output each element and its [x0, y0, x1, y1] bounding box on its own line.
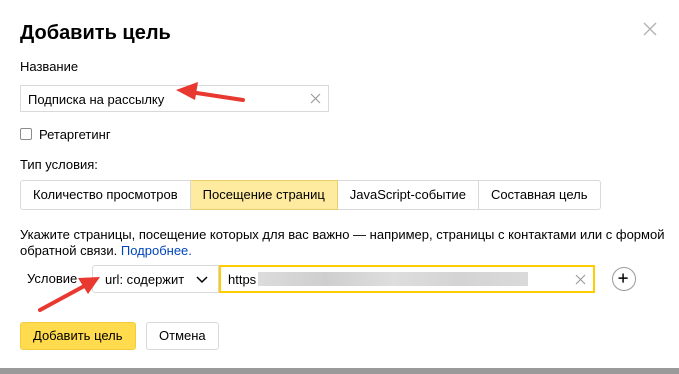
cancel-button[interactable]: Отмена — [146, 322, 219, 350]
tab-page-visit[interactable]: Посещение страниц — [190, 180, 338, 210]
hint-text: Укажите страницы, посещение которых для … — [20, 227, 665, 258]
goal-name-input[interactable]: Подписка на рассылку — [20, 85, 329, 112]
dialog-title: Добавить цель — [20, 22, 171, 44]
chevron-down-icon — [196, 276, 208, 284]
plus-icon — [618, 273, 628, 283]
goal-name-value: Подписка на рассылку — [28, 92, 165, 107]
condition-type-tabs: Количество просмотров Посещение страниц … — [20, 180, 601, 210]
learn-more-link[interactable]: Подробнее. — [121, 243, 192, 258]
tab-composite-goal[interactable]: Составная цель — [478, 180, 601, 210]
clear-icon[interactable] — [575, 274, 586, 285]
condition-hint: Укажите страницы, посещение которых для … — [20, 227, 670, 259]
add-goal-button[interactable]: Добавить цель — [20, 322, 136, 350]
add-goal-dialog: Добавить цель Название Подписка на рассы… — [0, 0, 679, 374]
add-condition-button[interactable] — [612, 267, 636, 291]
retargeting-checkbox[interactable] — [20, 128, 32, 140]
clear-icon[interactable] — [310, 93, 321, 104]
tab-pageviews-count[interactable]: Количество просмотров — [20, 180, 191, 210]
bottom-divider — [0, 368, 679, 374]
retargeting-option[interactable]: Ретаргетинг — [20, 126, 111, 142]
close-icon[interactable] — [641, 20, 659, 38]
name-label: Название — [20, 59, 79, 74]
condition-type-label: Тип условия: — [20, 157, 98, 172]
blurred-url-text — [258, 272, 528, 286]
url-condition-input[interactable]: https — [219, 265, 595, 293]
condition-select[interactable]: url: содержит — [92, 265, 219, 293]
tab-javascript-event[interactable]: JavaScript-событие — [337, 180, 479, 210]
condition-label: Условие — [27, 271, 78, 286]
condition-select-value: url: содержит — [105, 272, 185, 287]
retargeting-label: Ретаргетинг — [39, 126, 111, 142]
url-condition-value: https — [228, 272, 257, 287]
